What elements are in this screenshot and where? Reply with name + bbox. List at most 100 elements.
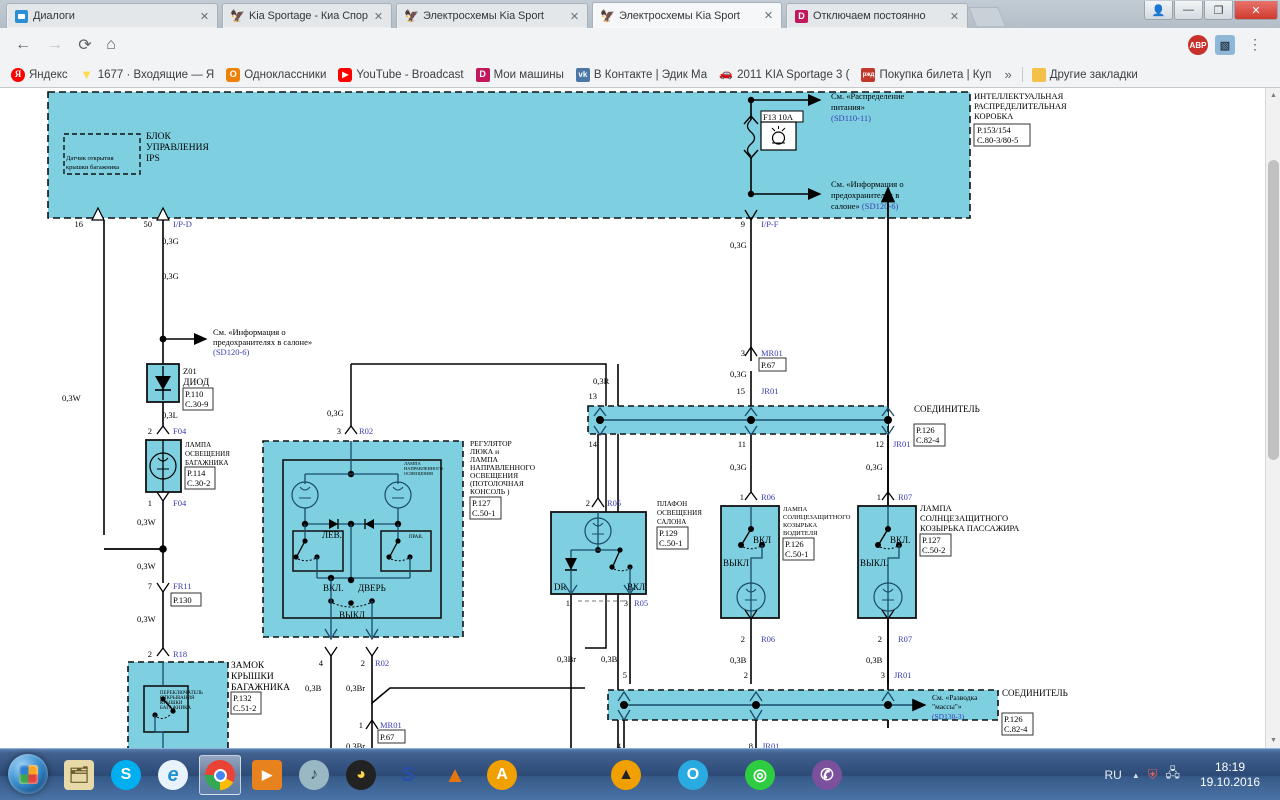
amigo2-taskbar-icon[interactable]: ▲ xyxy=(605,755,647,795)
scroll-up-arrow[interactable]: ▲ xyxy=(1266,88,1280,103)
connector-upper: 13 14 11 12 JR01 СОЕДИНИТЕЛЬ P.126 C.82-… xyxy=(587,391,980,492)
teamspeak-taskbar-icon[interactable]: ◎ xyxy=(739,755,781,795)
svg-text:MR01: MR01 xyxy=(761,348,783,358)
chrome-taskbar-icon[interactable] xyxy=(199,755,241,795)
ok-icon: О xyxy=(226,67,241,82)
svg-text:2: 2 xyxy=(741,634,745,644)
media-player-taskbar-icon[interactable]: ▶ xyxy=(246,755,288,795)
puzzle-extension-icon[interactable]: ▧ xyxy=(1215,35,1235,55)
bookmark-label: 2011 KIA Sportage 3 ( xyxy=(737,68,850,81)
audio-tool-taskbar-icon[interactable]: ♪ xyxy=(293,755,335,795)
svg-text:15: 15 xyxy=(737,386,746,396)
svg-text:P.67: P.67 xyxy=(380,732,394,742)
vertical-scroll-thumb[interactable] xyxy=(1268,160,1279,460)
tab-close-icon[interactable]: ✕ xyxy=(762,9,775,22)
minimize-button[interactable]: — xyxy=(1174,1,1203,20)
tab-close-icon[interactable]: ✕ xyxy=(198,10,211,23)
svg-text:JR01: JR01 xyxy=(761,386,778,396)
bookmark-item[interactable]: D Мои машины xyxy=(471,65,569,85)
svg-text:2: 2 xyxy=(744,670,748,680)
browser-tab-3-active[interactable]: 🦅 Электросхемы Kia Sport ✕ xyxy=(592,2,782,28)
sony-vegas-taskbar-icon[interactable]: S xyxy=(387,755,429,795)
svg-text:0,3L: 0,3L xyxy=(162,410,178,420)
bookmark-item[interactable]: 🚗 2011 KIA Sportage 3 ( xyxy=(714,65,854,85)
tab-close-icon[interactable]: ✕ xyxy=(568,10,581,23)
abp-extension-icon[interactable]: ABP xyxy=(1188,35,1208,55)
tab-close-icon[interactable]: ✕ xyxy=(372,10,385,23)
language-indicator[interactable]: RU xyxy=(1104,768,1121,782)
viber-taskbar-icon[interactable]: ✆ xyxy=(806,755,848,795)
reload-button[interactable]: ⟳ xyxy=(74,34,96,56)
svg-text:Датчик открытия: Датчик открытия xyxy=(66,155,114,162)
ie-icon: e xyxy=(158,760,188,790)
svg-text:КОРОБКА: КОРОБКА xyxy=(974,111,1014,121)
chrome-menu-icon[interactable]: ⋮ xyxy=(1248,36,1262,52)
wiring-diagram: Датчик открытия крышки багажника БЛОК УП… xyxy=(0,88,1265,748)
scroll-down-arrow[interactable]: ▼ xyxy=(1266,733,1280,748)
bookmark-item[interactable]: vk В Контакте | Эдик Ма xyxy=(571,65,712,85)
svg-text:R07: R07 xyxy=(898,634,912,644)
svg-text:ПЛАФОН: ПЛАФОН xyxy=(657,500,687,508)
browser-tab-0[interactable]: Диалоги ✕ xyxy=(6,3,218,28)
other-bookmarks-button[interactable]: Другие закладки xyxy=(1027,65,1143,85)
new-tab-button[interactable] xyxy=(968,7,1006,26)
bookmark-item[interactable]: О Одноклассники xyxy=(221,65,331,85)
svg-text:C.30-2: C.30-2 xyxy=(187,478,210,488)
svg-text:Z01: Z01 xyxy=(183,366,197,376)
back-button[interactable]: ← xyxy=(12,34,34,56)
vertical-scrollbar[interactable]: ▲ ▼ xyxy=(1265,88,1280,748)
svg-text:БЛОК: БЛОК xyxy=(146,132,172,142)
skype-taskbar-icon[interactable]: S xyxy=(105,755,147,795)
opera-taskbar-icon[interactable]: O xyxy=(672,755,714,795)
close-window-button[interactable]: ✕ xyxy=(1234,1,1278,20)
svg-text:1: 1 xyxy=(877,492,881,502)
bookmarks-overflow-button[interactable]: » xyxy=(998,67,1017,82)
svg-text:F04: F04 xyxy=(173,498,187,508)
bookmark-item[interactable]: ▼ 1677 · Входящие — Я xyxy=(75,65,220,85)
svg-text:крышки багажника: крышки багажника xyxy=(66,164,119,171)
home-button[interactable]: ⌂ xyxy=(100,34,122,56)
svg-text:2: 2 xyxy=(586,498,590,508)
start-button[interactable] xyxy=(8,754,48,794)
explorer-taskbar-icon[interactable]: 🗂 xyxy=(58,755,100,795)
tray-expand-icon[interactable]: ▲ xyxy=(1132,771,1140,780)
smart-junction-box: ИНТЕЛЛЕКТУАЛЬНАЯ РАСПРЕДЕЛИТЕЛЬНАЯ КОРОБ… xyxy=(973,91,1067,147)
bookmark-item[interactable]: ▶ YouTube - Broadcast xyxy=(333,65,468,85)
svg-text:MR01: MR01 xyxy=(380,720,402,730)
trunk-lamp: 2 F04 ЛАМПА ОСВЕЩЕНИЯ БАГАЖНИКА P.114 C.… xyxy=(104,424,230,583)
vlc-taskbar-icon[interactable]: ▲ xyxy=(434,755,476,795)
svg-text:предохранителях в: предохранителях в xyxy=(831,190,899,200)
svg-text:БАГАЖНИКА: БАГАЖНИКА xyxy=(160,706,191,711)
svg-text:0,3B: 0,3B xyxy=(730,655,747,665)
svg-text:C.82-4: C.82-4 xyxy=(916,435,940,445)
clock[interactable]: 18:19 19.10.2016 xyxy=(1188,760,1280,790)
antivirus-tray-icon[interactable]: ⛨ xyxy=(1148,767,1158,783)
bookmark-item[interactable]: ржд Покупка билета | Куп xyxy=(856,65,996,85)
browser-tab-1[interactable]: 🦅 Kia Sportage - Киа Спор ✕ xyxy=(222,3,392,28)
svg-text:0,3G: 0,3G xyxy=(162,236,179,246)
svg-text:РАСПРЕДЕЛИТЕЛЬНАЯ: РАСПРЕДЕЛИТЕЛЬНАЯ xyxy=(974,101,1067,111)
ref-fuse-info-left: См. «Информация о предохранителях в сало… xyxy=(163,327,312,357)
svg-text:ВЫКЛ: ВЫКЛ xyxy=(339,610,365,620)
svg-text:ЛЕВ.: ЛЕВ. xyxy=(322,530,342,540)
browser-tab-4[interactable]: D Отключаем постоянно ✕ xyxy=(786,3,968,28)
vlc-cone-icon: ▲ xyxy=(444,762,466,787)
forward-button[interactable]: → xyxy=(44,34,66,56)
connector-mr01-mid: 1 MR01 P.67 0,3Br 5 M13-C xyxy=(346,718,406,748)
kia-icon: 🦅 xyxy=(600,8,615,23)
internet-explorer-taskbar-icon[interactable]: e xyxy=(152,755,194,795)
tab-close-icon[interactable]: ✕ xyxy=(948,10,961,23)
tab-title: Электросхемы Kia Sport xyxy=(619,9,740,22)
svg-text:P.153/154: P.153/154 xyxy=(977,125,1012,135)
bookmarks-bar: Я Яндекс ▼ 1677 · Входящие — Я О Одноклассн… xyxy=(0,62,1280,88)
navitel-taskbar-icon[interactable]: ◕ xyxy=(340,755,382,795)
bookmark-item[interactable]: Я Яндекс xyxy=(6,65,73,85)
browser-tab-2[interactable]: 🦅 Электросхемы Kia Sport ✕ xyxy=(396,3,588,28)
svg-text:P.110: P.110 xyxy=(185,389,203,399)
profile-button[interactable]: 👤 xyxy=(1144,1,1173,20)
maximize-button[interactable]: ❐ xyxy=(1204,1,1233,20)
svg-text:IPS: IPS xyxy=(146,154,160,164)
svg-text:P.114: P.114 xyxy=(187,468,206,478)
network-tray-icon[interactable]: 🖧 xyxy=(1166,764,1181,786)
amigo-taskbar-icon[interactable]: A xyxy=(481,755,523,795)
